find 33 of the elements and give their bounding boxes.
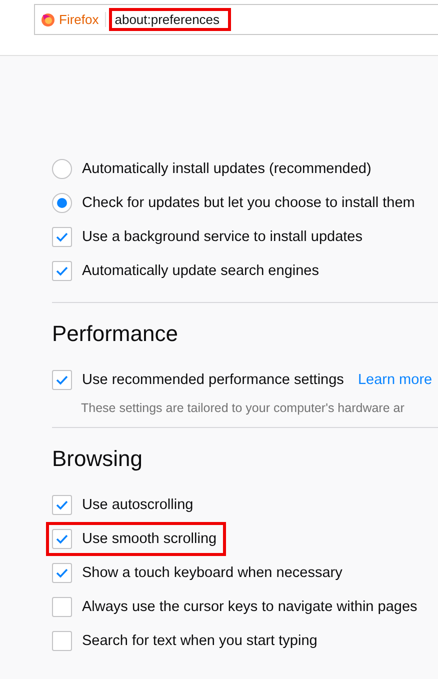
checkbox[interactable] [52, 597, 72, 617]
checkbox[interactable] [52, 529, 72, 549]
check-icon [56, 534, 68, 544]
fox-logo-icon [41, 12, 55, 26]
checkbox[interactable] [52, 563, 72, 583]
check-icon [56, 375, 68, 385]
url-text[interactable]: about:preferences [108, 8, 231, 31]
option-label[interactable]: Always use the cursor keys to navigate within pages [82, 599, 418, 615]
option-label[interactable]: Use recommended performance settings [82, 372, 344, 388]
check-icon [56, 568, 68, 578]
option-label[interactable]: Use a background service to install updates [82, 229, 362, 245]
checkbox[interactable] [52, 227, 72, 247]
option-label[interactable]: Search for text when you start typing [82, 633, 318, 649]
option-label[interactable]: Automatically install updates (recommended) [82, 161, 372, 177]
address-bar[interactable]: Firefox about:preferences [34, 4, 438, 35]
checkbox[interactable] [52, 495, 72, 515]
check-icon [56, 266, 68, 276]
option-label[interactable]: Check for updates but let you choose to install them [82, 195, 415, 211]
option-label[interactable]: Show a touch keyboard when necessary [82, 565, 342, 581]
check-icon [56, 500, 68, 510]
radio-button[interactable] [52, 193, 72, 213]
option-label[interactable]: Use smooth scrolling [82, 531, 217, 547]
option-label[interactable]: Automatically update search engines [82, 263, 319, 279]
check-icon [56, 232, 68, 242]
option-description: These settings are tailored to your computer's hardware ar [81, 401, 406, 415]
checkbox[interactable] [52, 261, 72, 281]
checkbox[interactable] [52, 631, 72, 651]
checkbox[interactable] [52, 370, 72, 390]
browser-label: Firefox [55, 12, 106, 27]
section-heading: Browsing [52, 446, 144, 472]
radio-button[interactable] [52, 159, 72, 179]
section-heading: Performance [52, 321, 179, 347]
option-label[interactable]: Use autoscrolling [82, 497, 194, 513]
